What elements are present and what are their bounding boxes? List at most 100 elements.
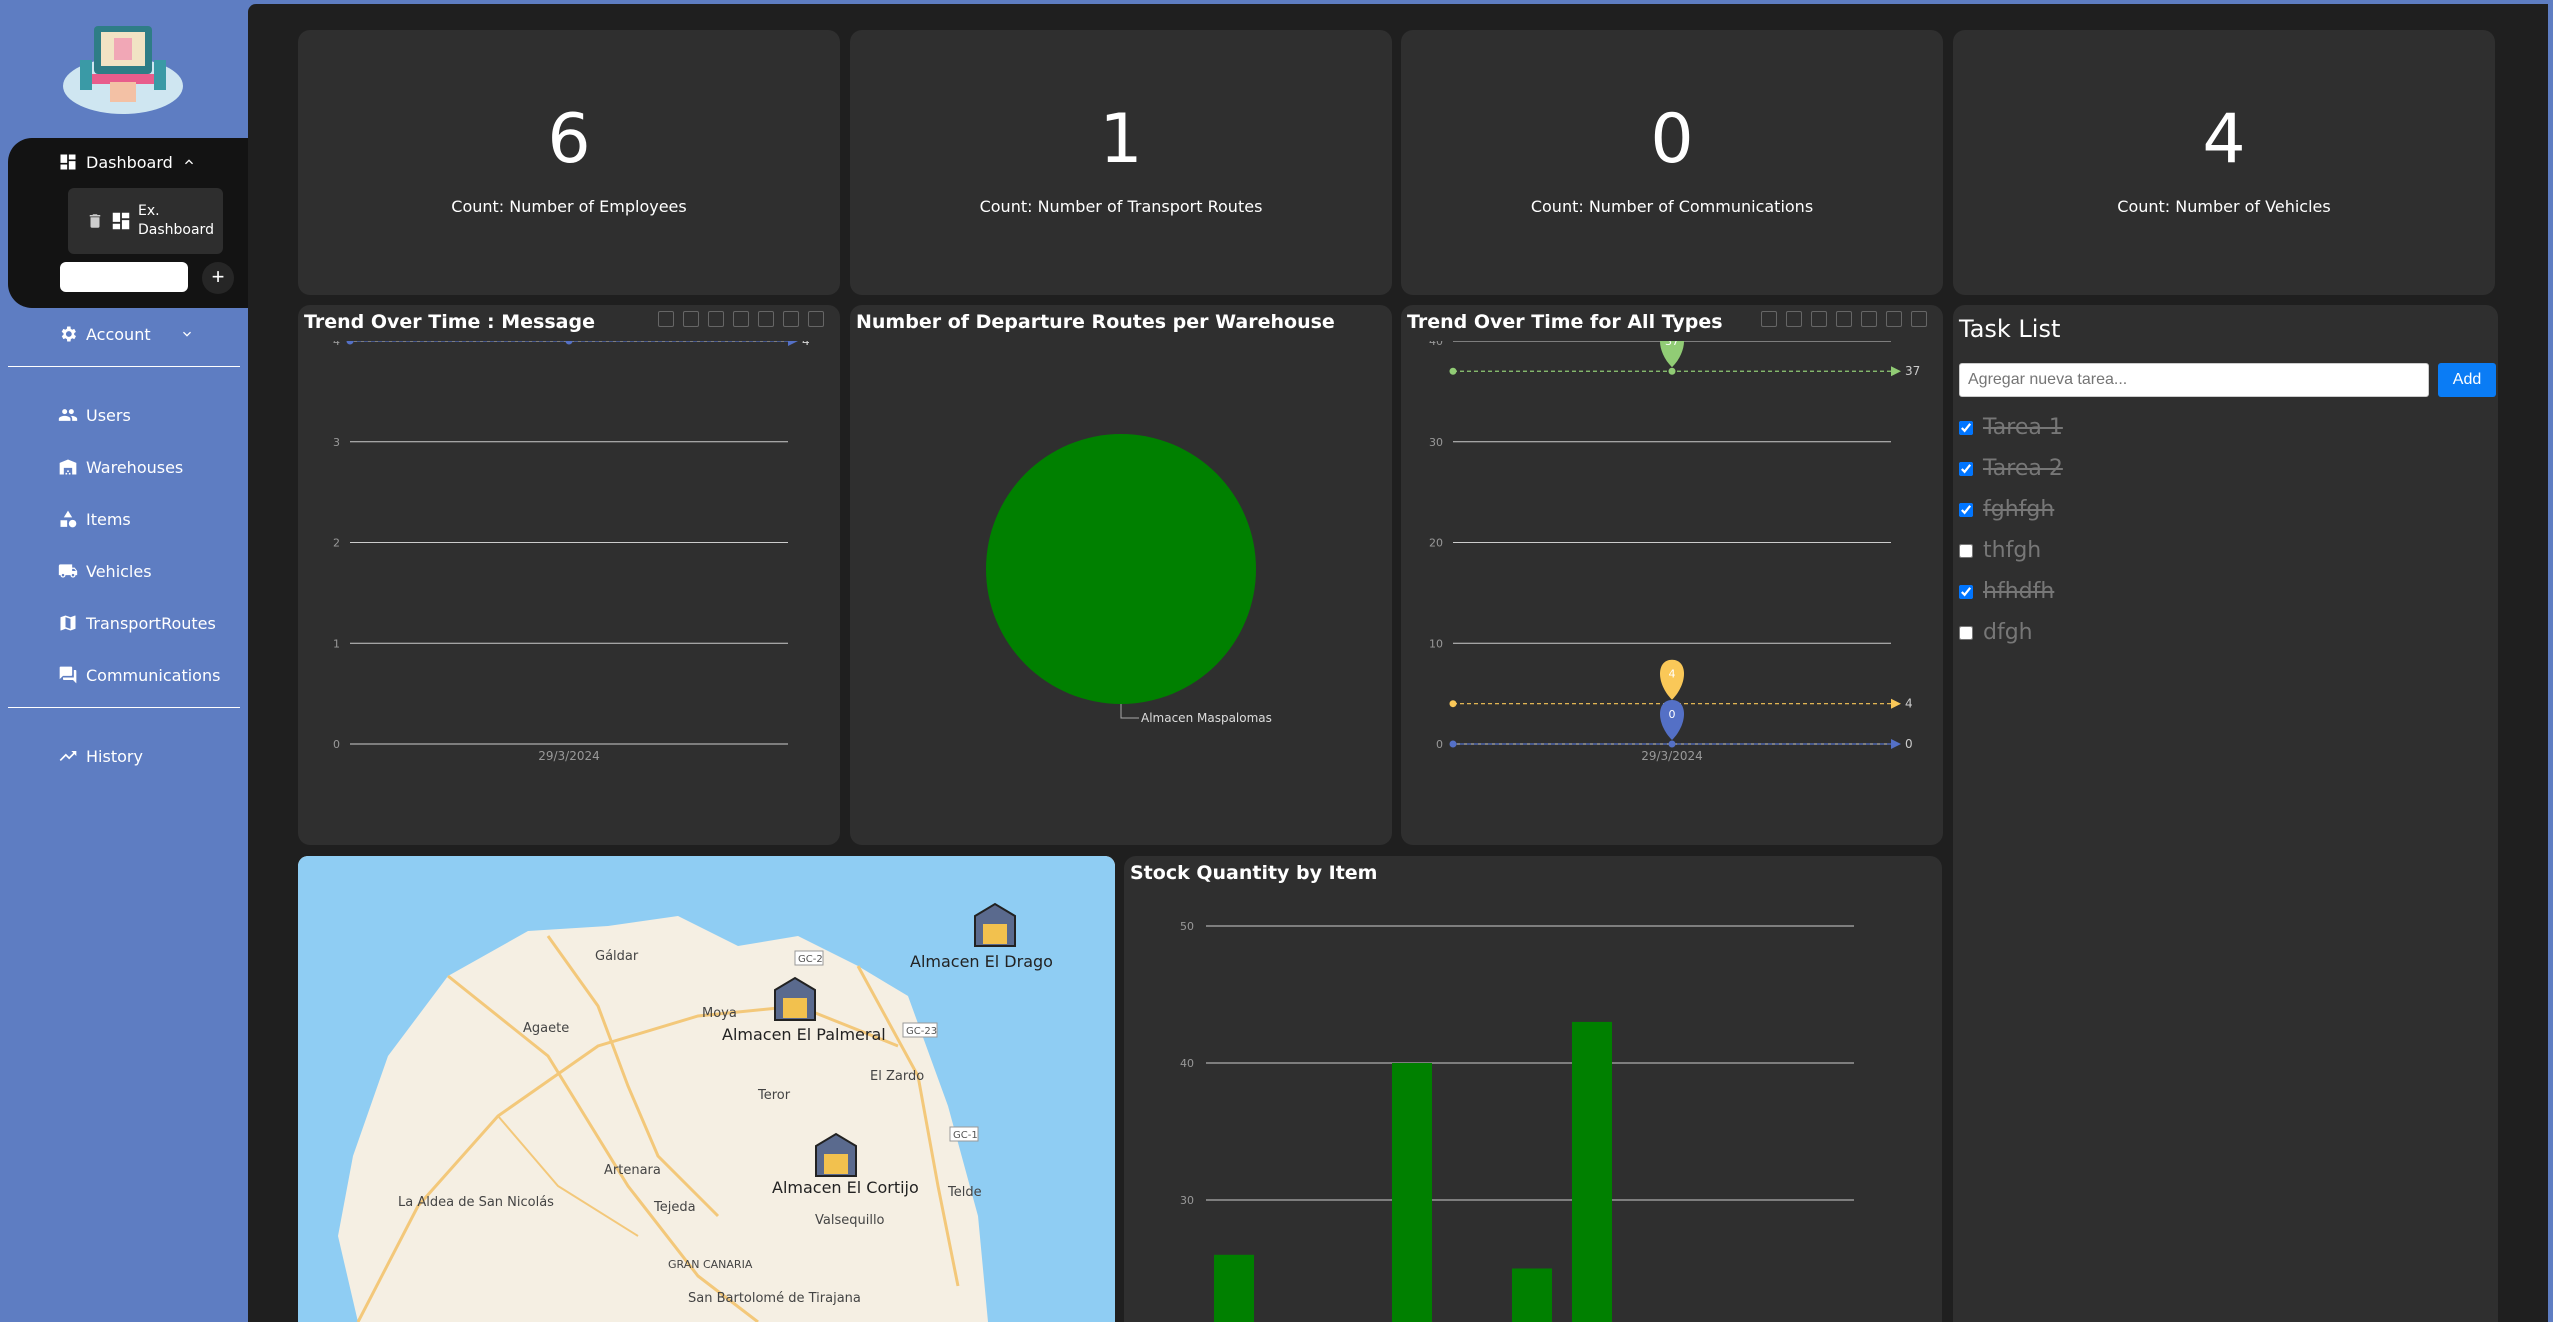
shapes-icon [60, 510, 77, 528]
line-chart-icon[interactable] [1836, 311, 1852, 327]
nav-dashboard[interactable]: Dashboard [58, 152, 197, 172]
sidebar-item-label: Communications [86, 665, 221, 685]
mark-line-arrow [788, 341, 798, 346]
add-task-button[interactable]: Add [2438, 363, 2496, 397]
new-dashboard-input[interactable] [60, 262, 188, 292]
zoom-icon[interactable] [658, 311, 674, 327]
sidebar-item-vehicles[interactable]: Vehicles [58, 561, 152, 581]
place-label: GRAN CANARIA [668, 1258, 753, 1271]
download-icon[interactable] [808, 311, 824, 327]
series-point [1668, 740, 1676, 748]
chart-card-stock-quantity: Stock Quantity by Item 30 40 50 [1124, 856, 1942, 1322]
chart-card-all-types-trend: Trend Over Time for All Types 0 10 20 30 40 2… [1401, 305, 1943, 845]
add-dashboard-button[interactable]: + [202, 262, 234, 294]
task-checkbox[interactable] [1959, 584, 1973, 599]
kpi-card-vehicles: 4 Count: Number of Vehicles [1953, 30, 2495, 295]
warehouse-map[interactable]: Gáldar Agaete Moya Teror El Zardo Artena… [298, 856, 1115, 1322]
zoom-icon[interactable] [1761, 311, 1777, 327]
line-chart-icon[interactable] [733, 311, 749, 327]
task-checkbox[interactable] [1959, 502, 1973, 517]
sidebar-item-communications[interactable]: Communications [58, 665, 220, 685]
new-task-input[interactable] [1959, 363, 2429, 397]
zoom-reset-icon[interactable] [683, 311, 699, 327]
bar [1392, 1063, 1432, 1322]
place-label: Telde [947, 1185, 982, 1200]
mark-point-label: 0 [1669, 708, 1676, 721]
ex-dashboard-item[interactable]: Ex. Dashboard [68, 188, 223, 254]
y-tick-label: 40 [1429, 341, 1443, 348]
task-text: hfhdfh [1983, 579, 2055, 604]
trash-icon[interactable] [86, 212, 104, 230]
y-tick-label: 3 [333, 436, 340, 449]
chart-toolbox[interactable] [1761, 311, 1927, 327]
sidebar: Dashboard Ex. Dashboard + Account Users … [0, 0, 248, 1322]
task-item[interactable]: thfgh [1959, 538, 2041, 563]
task-item[interactable]: fghfgh [1959, 497, 2054, 522]
sidebar-item-label: Warehouses [86, 457, 184, 477]
data-view-icon[interactable] [1811, 311, 1827, 327]
series-point [1449, 740, 1457, 748]
task-text: dfgh [1983, 620, 2033, 645]
restore-icon[interactable] [1886, 311, 1902, 327]
warehouse-icon [59, 459, 77, 475]
nav-dashboard-label: Dashboard [86, 152, 173, 172]
mark-line-label: 37 [1905, 364, 1920, 378]
users-icon [58, 409, 78, 421]
all-types-trend-chart: 01020304029/3/202437374400 [1429, 341, 1920, 763]
kpi-value: 0 [1650, 100, 1694, 179]
sidebar-item-users[interactable]: Users [58, 405, 131, 425]
chart-toolbox[interactable] [658, 311, 824, 327]
chart-card-departure-routes: Number of Departure Routes per Warehouse… [850, 305, 1392, 845]
y-tick-label: 0 [333, 738, 340, 751]
restore-icon[interactable] [783, 311, 799, 327]
truck-icon [58, 564, 78, 578]
nav-history[interactable]: History [58, 746, 143, 766]
task-text: fghfgh [1983, 497, 2055, 522]
place-label: Artenara [604, 1163, 661, 1178]
task-item[interactable]: dfgh [1959, 620, 2033, 645]
sidebar-item-label: Vehicles [86, 561, 152, 581]
sidebar-divider [8, 707, 240, 708]
download-icon[interactable] [1911, 311, 1927, 327]
x-tick-label: 29/3/2024 [1641, 749, 1703, 763]
gear-icon [61, 326, 76, 342]
nav-account[interactable]: Account [58, 324, 195, 344]
nav-account-label: Account [86, 324, 151, 344]
task-item[interactable]: Tarea 1 [1959, 415, 2063, 440]
task-item[interactable]: hfhdfh [1959, 579, 2054, 604]
sidebar-item-warehouses[interactable]: Warehouses [58, 457, 183, 477]
task-checkbox[interactable] [1959, 420, 1973, 435]
pie-label-line [1120, 704, 1139, 719]
departure-routes-pie: Almacen Maspalomas [986, 434, 1272, 725]
task-checkbox[interactable] [1959, 625, 1973, 640]
bar-chart-icon[interactable] [758, 311, 774, 327]
chart-title: Number of Departure Routes per Warehouse [856, 311, 1335, 333]
bar [1572, 1021, 1612, 1322]
bar [1512, 1268, 1552, 1322]
mark-line-arrow [1891, 366, 1901, 377]
bar-chart-icon[interactable] [1861, 311, 1877, 327]
sidebar-divider [8, 366, 240, 367]
task-list-title: Task List [1959, 315, 2061, 343]
task-list-card: Task List Add Tarea 1 Tarea 2 fghfgh thf… [1953, 305, 2498, 1322]
zoom-reset-icon[interactable] [1786, 311, 1802, 327]
place-label: Moya [702, 1006, 737, 1021]
warehouse-label: Almacen El Cortijo [772, 1178, 919, 1197]
sidebar-item-transportroutes[interactable]: TransportRoutes [58, 613, 216, 633]
place-label: San Bartolomé de Tirajana [688, 1291, 861, 1306]
task-text: Tarea 1 [1983, 415, 2063, 440]
pie-label: Almacen Maspalomas [1141, 711, 1272, 725]
task-item[interactable]: Tarea 2 [1959, 456, 2063, 481]
sidebar-item-label: Items [86, 509, 131, 529]
data-view-icon[interactable] [708, 311, 724, 327]
chevron-up-icon [184, 159, 193, 165]
sidebar-item-items[interactable]: Items [58, 509, 131, 529]
trending-up-icon [59, 751, 77, 761]
ex-dashboard-label: Ex. Dashboard [138, 203, 214, 238]
task-checkbox[interactable] [1959, 461, 1973, 476]
task-checkbox[interactable] [1959, 543, 1973, 558]
kpi-value: 6 [547, 100, 591, 179]
place-label: Agaete [523, 1021, 569, 1036]
series-point [1668, 367, 1676, 375]
place-label: El Zardo [870, 1069, 924, 1084]
